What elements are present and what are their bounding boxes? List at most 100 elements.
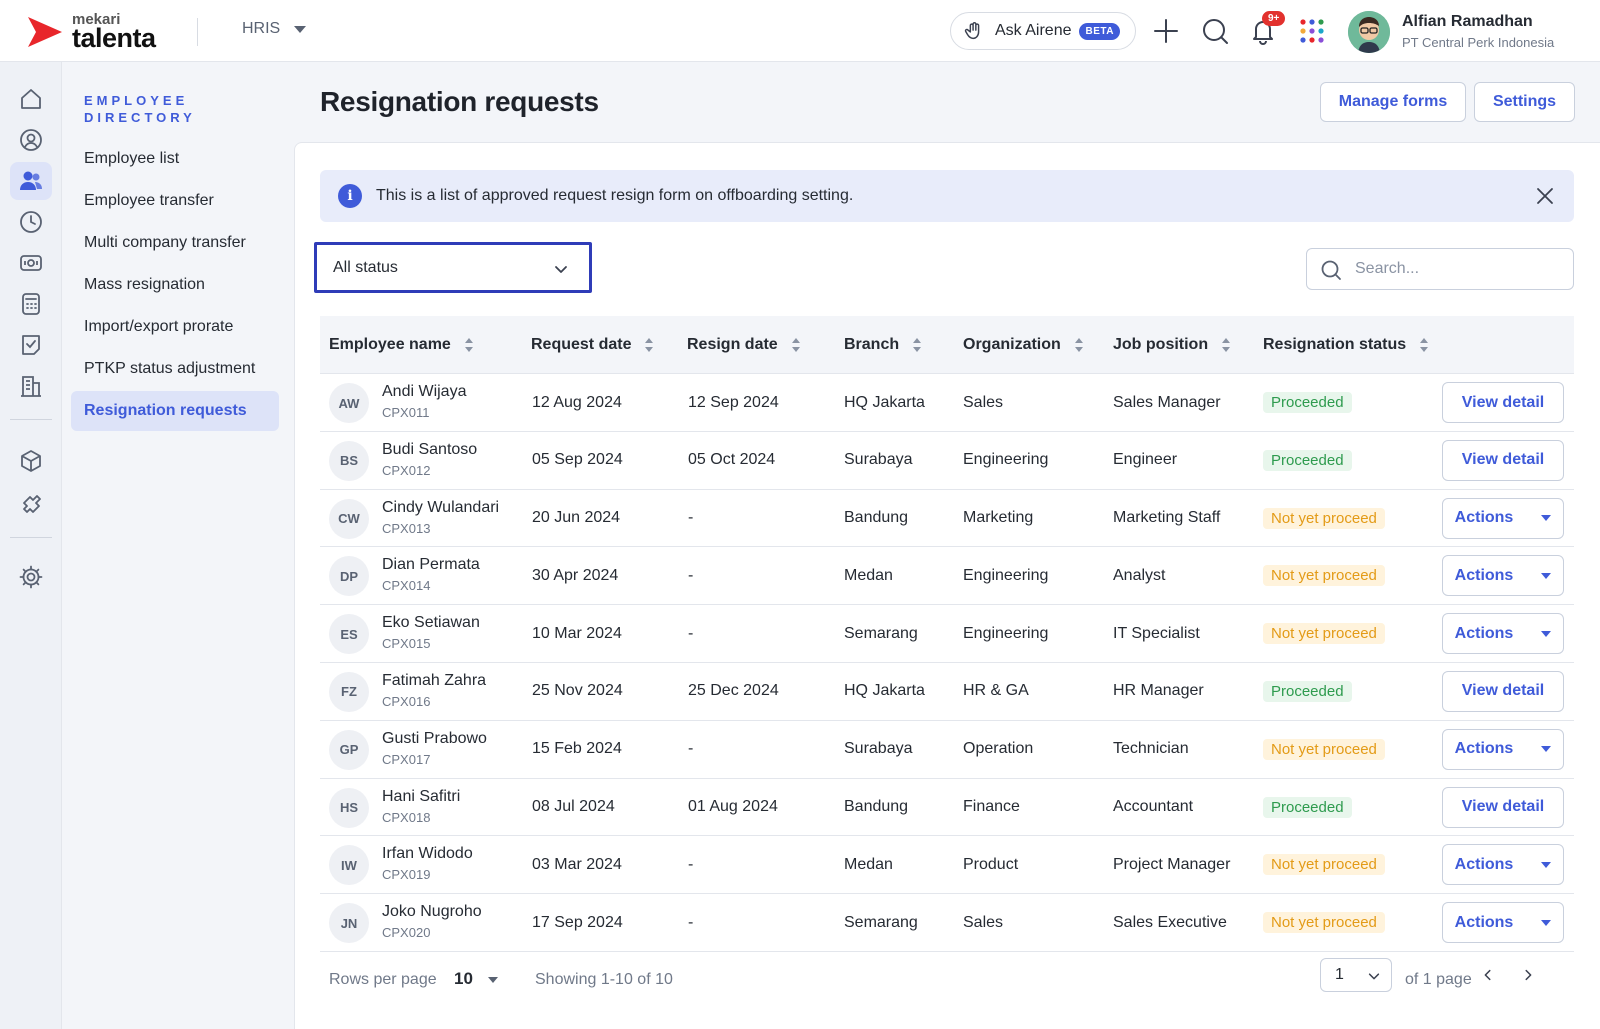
status-filter-value: All status xyxy=(333,258,398,276)
settings-button[interactable]: Settings xyxy=(1474,82,1575,122)
job-position: Analyst xyxy=(1113,566,1166,584)
rail-profile[interactable] xyxy=(10,121,52,159)
column-resign-date[interactable]: Resign date xyxy=(687,316,800,374)
actions-button[interactable]: Actions xyxy=(1442,555,1564,597)
actions-button[interactable]: Actions xyxy=(1442,902,1564,944)
column-request-date[interactable]: Request date xyxy=(531,316,654,374)
user-avatar[interactable] xyxy=(1348,11,1390,53)
column-employee-name[interactable]: Employee name xyxy=(329,316,473,374)
rail-time[interactable] xyxy=(10,203,52,241)
employee-name[interactable]: Dian Permata xyxy=(382,556,480,574)
actions-button[interactable]: Actions xyxy=(1442,728,1564,770)
employee-name[interactable]: Gusti Prabowo xyxy=(382,730,487,748)
table-row: JN Joko Nugroho CPX020 17 Sep 2024 - Semarang… xyxy=(320,894,1574,952)
pagination-bar: Rows per page 10 Showing 1-10 of 10 1 of… xyxy=(320,950,1574,1010)
button-label: Actions xyxy=(1454,913,1514,931)
apps-grid-icon[interactable] xyxy=(1296,15,1328,47)
employee-cell: JN Joko Nugroho CPX020 xyxy=(320,894,520,951)
employee-cell: CW Cindy Wulandari CPX013 xyxy=(320,490,520,547)
status-badge: Proceeded xyxy=(1263,392,1352,413)
rail-payroll[interactable] xyxy=(10,244,52,282)
nav-multi-company-transfer[interactable]: Multi company transfer xyxy=(71,223,279,263)
employee-name[interactable]: Eko Setiawan xyxy=(382,614,480,632)
user-name[interactable]: Alfian Ramadhan xyxy=(1402,13,1533,31)
button-label: Actions xyxy=(1454,566,1514,584)
job-position: IT Specialist xyxy=(1113,624,1200,642)
hand-icon xyxy=(964,22,980,40)
rail-employees[interactable] xyxy=(10,162,52,200)
nav-mass-resignation[interactable]: Mass resignation xyxy=(71,265,279,305)
plus-icon[interactable] xyxy=(1150,15,1182,47)
view-detail-button[interactable]: View detail xyxy=(1442,786,1564,828)
organization: Operation xyxy=(963,740,1034,758)
view-detail-button[interactable]: View detail xyxy=(1442,670,1564,712)
column-resignation-status[interactable]: Resignation status xyxy=(1263,316,1429,374)
search-icon xyxy=(1321,260,1341,280)
nav-ptkp-status-adjustment[interactable]: PTKP status adjustment xyxy=(71,349,279,389)
column-organization[interactable]: Organization xyxy=(963,316,1083,374)
page-select[interactable]: 1 xyxy=(1320,958,1392,992)
employee-name[interactable]: Hani Safitri xyxy=(382,788,460,806)
search-icon[interactable] xyxy=(1199,15,1231,47)
view-detail-button[interactable]: View detail xyxy=(1442,439,1564,481)
employee-name[interactable]: Budi Santoso xyxy=(382,441,477,459)
rail-home[interactable] xyxy=(10,80,52,118)
divider xyxy=(197,18,198,46)
status-cell: Proceeded xyxy=(1263,432,1352,489)
ask-airene-button[interactable]: Ask Airene BETA xyxy=(950,12,1136,50)
employee-name[interactable]: Cindy Wulandari xyxy=(382,499,499,517)
status-badge: Not yet proceed xyxy=(1263,623,1385,645)
search-box[interactable] xyxy=(1306,248,1574,290)
sort-icon xyxy=(913,338,922,352)
nav-employee-transfer[interactable]: Employee transfer xyxy=(71,181,279,221)
resign-date: - xyxy=(688,913,694,931)
status-filter-select[interactable]: All status xyxy=(314,242,592,293)
branch: Semarang xyxy=(844,624,918,642)
status-cell: Not yet proceed xyxy=(1263,490,1385,547)
sort-icon xyxy=(1074,338,1083,352)
caret-down-icon[interactable] xyxy=(488,977,498,983)
actions-button[interactable]: Actions xyxy=(1442,497,1564,539)
nav-import-export-prorate[interactable]: Import/export prorate xyxy=(71,307,279,347)
module-switcher[interactable]: HRIS xyxy=(242,20,307,38)
nav-resignation-requests[interactable]: Resignation requests xyxy=(71,391,279,431)
avatar: HS xyxy=(329,787,369,828)
rail-company[interactable] xyxy=(10,367,52,405)
branch: Surabaya xyxy=(844,740,913,758)
rail-calculator[interactable] xyxy=(10,285,52,323)
search-input[interactable] xyxy=(1355,260,1555,278)
status-cell: Proceeded xyxy=(1263,374,1352,431)
rows-per-page-select[interactable]: 10 xyxy=(454,969,473,989)
branch: Medan xyxy=(844,855,893,873)
employee-name[interactable]: Fatimah Zahra xyxy=(382,672,486,690)
view-detail-button[interactable]: View detail xyxy=(1442,382,1564,423)
manage-forms-button[interactable]: Manage forms xyxy=(1320,82,1466,122)
rail-integration[interactable] xyxy=(10,483,52,521)
status-cell: Not yet proceed xyxy=(1263,894,1385,951)
next-page-button[interactable] xyxy=(1515,962,1541,988)
close-icon[interactable] xyxy=(1534,185,1556,207)
rail-task[interactable] xyxy=(10,326,52,364)
user-avatar-illustration xyxy=(1348,11,1390,53)
actions-button[interactable]: Actions xyxy=(1442,844,1564,886)
rail-package[interactable] xyxy=(10,442,52,480)
employee-name[interactable]: Andi Wijaya xyxy=(382,383,466,401)
request-date: 25 Nov 2024 xyxy=(532,682,623,700)
job-position: Sales Executive xyxy=(1113,913,1227,931)
logo[interactable]: mekari talenta xyxy=(26,12,156,52)
previous-page-button[interactable] xyxy=(1475,962,1501,988)
employee-name[interactable]: Irfan Widodo xyxy=(382,845,473,863)
employee-name[interactable]: Joko Nugroho xyxy=(382,903,482,921)
status-cell: Proceeded xyxy=(1263,663,1352,720)
column-branch[interactable]: Branch xyxy=(844,316,922,374)
status-badge: Proceeded xyxy=(1263,796,1352,818)
branch: Bandung xyxy=(844,509,909,527)
page-number: 1 xyxy=(1335,966,1344,983)
actions-button[interactable]: Actions xyxy=(1442,613,1564,655)
rail-settings[interactable] xyxy=(10,558,52,596)
resign-date: - xyxy=(688,855,694,873)
request-date: 08 Jul 2024 xyxy=(532,798,615,816)
table-header: Employee name Request date Resign date B… xyxy=(320,316,1574,374)
nav-employee-list[interactable]: Employee list xyxy=(71,139,279,179)
column-job-position[interactable]: Job position xyxy=(1113,316,1231,374)
